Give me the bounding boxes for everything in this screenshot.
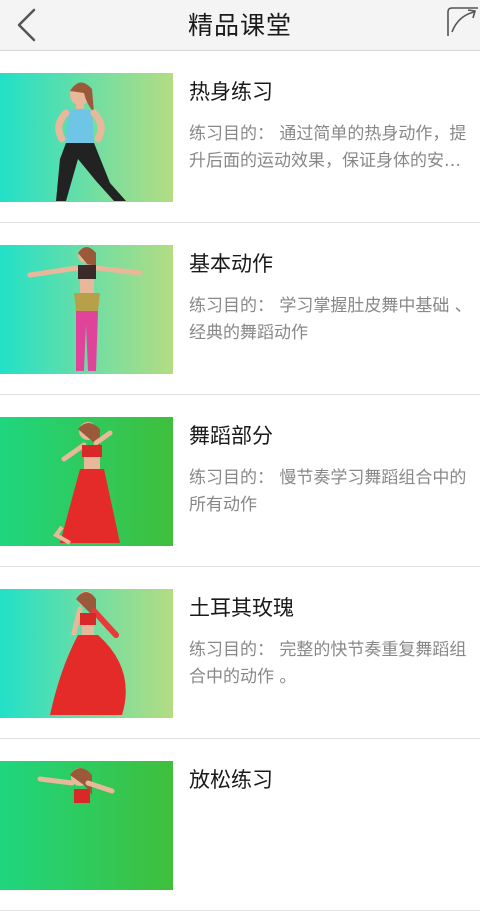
lesson-thumbnail [0,73,173,202]
lesson-title: 热身练习 [189,80,273,104]
lesson-item-warmup[interactable]: 热身练习 练习目的： 通过简单的热身动作，提升后面的运动效果，保证身体的安全。 [0,51,480,223]
lesson-title: 舞蹈部分 [189,424,273,448]
lesson-description: 练习目的： 完整的快节奏重复舞蹈组合中的动作 。 [189,640,467,687]
top-bar: 精品课堂 [0,0,480,51]
page-title: 精品课堂 [187,11,292,40]
lesson-description: 练习目的： 通过简单的热身动作，提升后面的运动效果，保证身体的安全。 [189,124,467,171]
lesson-title: 土耳其玫瑰 [189,596,294,620]
lesson-thumbnail [0,417,173,546]
lesson-thumbnail [0,761,173,890]
lesson-item-basic-moves[interactable]: 基本动作 练习目的： 学习掌握肚皮舞中基础 、经典的舞蹈动作 [0,223,480,395]
lesson-list: 热身练习 练习目的： 通过简单的热身动作，提升后面的运动效果，保证身体的安全。 … [0,51,480,911]
lesson-thumbnail [0,245,173,374]
lesson-title: 基本动作 [189,252,273,276]
lesson-description: 练习目的： 慢节奏学习舞蹈组合中的所有动作 [189,468,467,515]
lesson-title: 放松练习 [189,768,273,792]
lesson-item-relax[interactable]: 放松练习 [0,739,480,911]
share-icon[interactable] [446,4,480,38]
lesson-item-dance[interactable]: 舞蹈部分 练习目的： 慢节奏学习舞蹈组合中的所有动作 [0,395,480,567]
lesson-thumbnail [0,589,173,718]
lesson-item-turkish-rose[interactable]: 土耳其玫瑰 练习目的： 完整的快节奏重复舞蹈组合中的动作 。 [0,567,480,739]
lesson-description: 练习目的： 学习掌握肚皮舞中基础 、经典的舞蹈动作 [189,296,472,343]
